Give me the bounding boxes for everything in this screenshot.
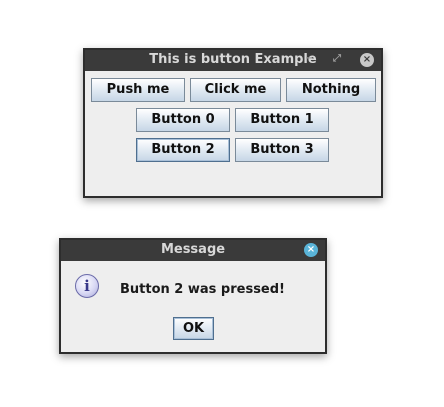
message-text: Button 2 was pressed! [120,282,285,297]
message-dialog-title: Message [160,242,226,257]
minimize-icon[interactable]: − [305,53,313,64]
ok-button[interactable]: OK [173,317,214,340]
close-icon[interactable]: × [304,243,318,257]
click-me-button[interactable]: Click me [190,78,281,102]
button-0[interactable]: Button 0 [136,108,230,132]
maximize-icon[interactable]: ⤢ [333,53,341,64]
close-icon[interactable]: × [360,53,374,67]
button-3[interactable]: Button 3 [235,138,329,162]
nothing-button[interactable]: Nothing [286,78,376,102]
main-window: This is button Example − ⤢ × Push me Cli… [83,48,383,198]
button-1[interactable]: Button 1 [235,108,329,132]
message-dialog: Message × i Button 2 was pressed! OK [59,238,327,354]
main-window-titlebar[interactable]: This is button Example − ⤢ × [85,50,381,71]
button-2[interactable]: Button 2 [136,138,230,162]
push-me-button[interactable]: Push me [91,78,185,102]
message-dialog-titlebar[interactable]: Message × [61,240,325,261]
info-icon: i [75,274,99,298]
